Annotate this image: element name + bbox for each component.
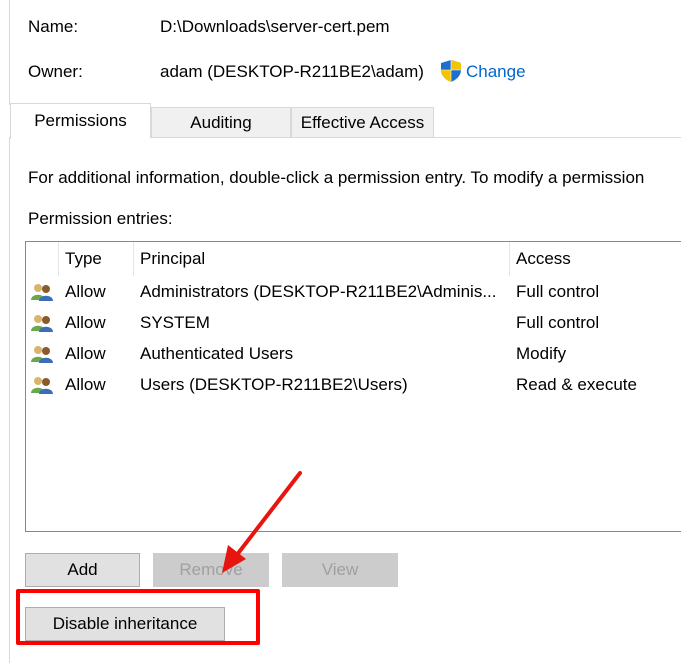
table-row[interactable]: Allow Authenticated Users Modify bbox=[26, 338, 681, 369]
tab-auditing[interactable]: Auditing bbox=[151, 107, 291, 137]
file-name-value: D:\Downloads\server-cert.pem bbox=[160, 17, 390, 36]
name-label: Name: bbox=[28, 17, 79, 36]
row-type: Allow bbox=[65, 344, 106, 363]
row-principal: SYSTEM bbox=[140, 313, 210, 332]
column-header-icon[interactable] bbox=[26, 242, 59, 276]
row-type: Allow bbox=[65, 313, 106, 332]
permission-entries-list[interactable]: Type Principal Access Allow Administrato… bbox=[25, 241, 681, 532]
tab-permissions[interactable]: Permissions bbox=[10, 103, 151, 139]
table-row[interactable]: Allow Users (DESKTOP-R211BE2\Users) Read… bbox=[26, 369, 681, 400]
row-type: Allow bbox=[65, 375, 106, 394]
permission-entries-label: Permission entries: bbox=[28, 209, 173, 228]
row-principal: Administrators (DESKTOP-R211BE2\Adminis.… bbox=[140, 282, 497, 301]
owner-label: Owner: bbox=[28, 62, 83, 81]
tab-effective-access-label: Effective Access bbox=[300, 112, 425, 132]
column-header-access[interactable]: Access bbox=[510, 242, 681, 276]
column-header-type[interactable]: Type bbox=[59, 242, 134, 276]
tab-auditing-label: Auditing bbox=[190, 112, 252, 132]
row-principal: Users (DESKTOP-R211BE2\Users) bbox=[140, 375, 408, 394]
owner-value: adam (DESKTOP-R211BE2\adam) bbox=[160, 62, 424, 81]
remove-button[interactable]: Remove bbox=[153, 553, 269, 587]
annotation-highlight-box bbox=[16, 589, 260, 645]
uac-shield-icon[interactable] bbox=[440, 59, 462, 83]
view-button[interactable]: View bbox=[282, 553, 398, 587]
users-group-icon bbox=[31, 346, 53, 363]
row-principal: Authenticated Users bbox=[140, 344, 294, 363]
info-text: For additional information, double-click… bbox=[28, 168, 645, 187]
tab-permissions-label: Permissions bbox=[34, 111, 127, 130]
column-header-principal[interactable]: Principal bbox=[134, 242, 510, 276]
row-access: Full control bbox=[516, 282, 600, 301]
table-row[interactable]: Allow SYSTEM Full control bbox=[26, 307, 681, 338]
table-row[interactable]: Allow Administrators (DESKTOP-R211BE2\Ad… bbox=[26, 276, 681, 307]
row-access: Read & execute bbox=[516, 375, 637, 394]
row-type: Allow bbox=[65, 282, 106, 301]
users-group-icon bbox=[31, 284, 53, 301]
tab-effective-access[interactable]: Effective Access bbox=[291, 107, 434, 137]
change-owner-link[interactable]: Change bbox=[466, 62, 526, 82]
window-left-border bbox=[9, 0, 10, 105]
panel-left-border bbox=[9, 137, 10, 663]
users-group-icon bbox=[31, 377, 53, 394]
row-access: Modify bbox=[516, 344, 567, 363]
add-button[interactable]: Add bbox=[25, 553, 140, 587]
row-access: Full control bbox=[516, 313, 600, 332]
users-group-icon bbox=[31, 315, 53, 332]
